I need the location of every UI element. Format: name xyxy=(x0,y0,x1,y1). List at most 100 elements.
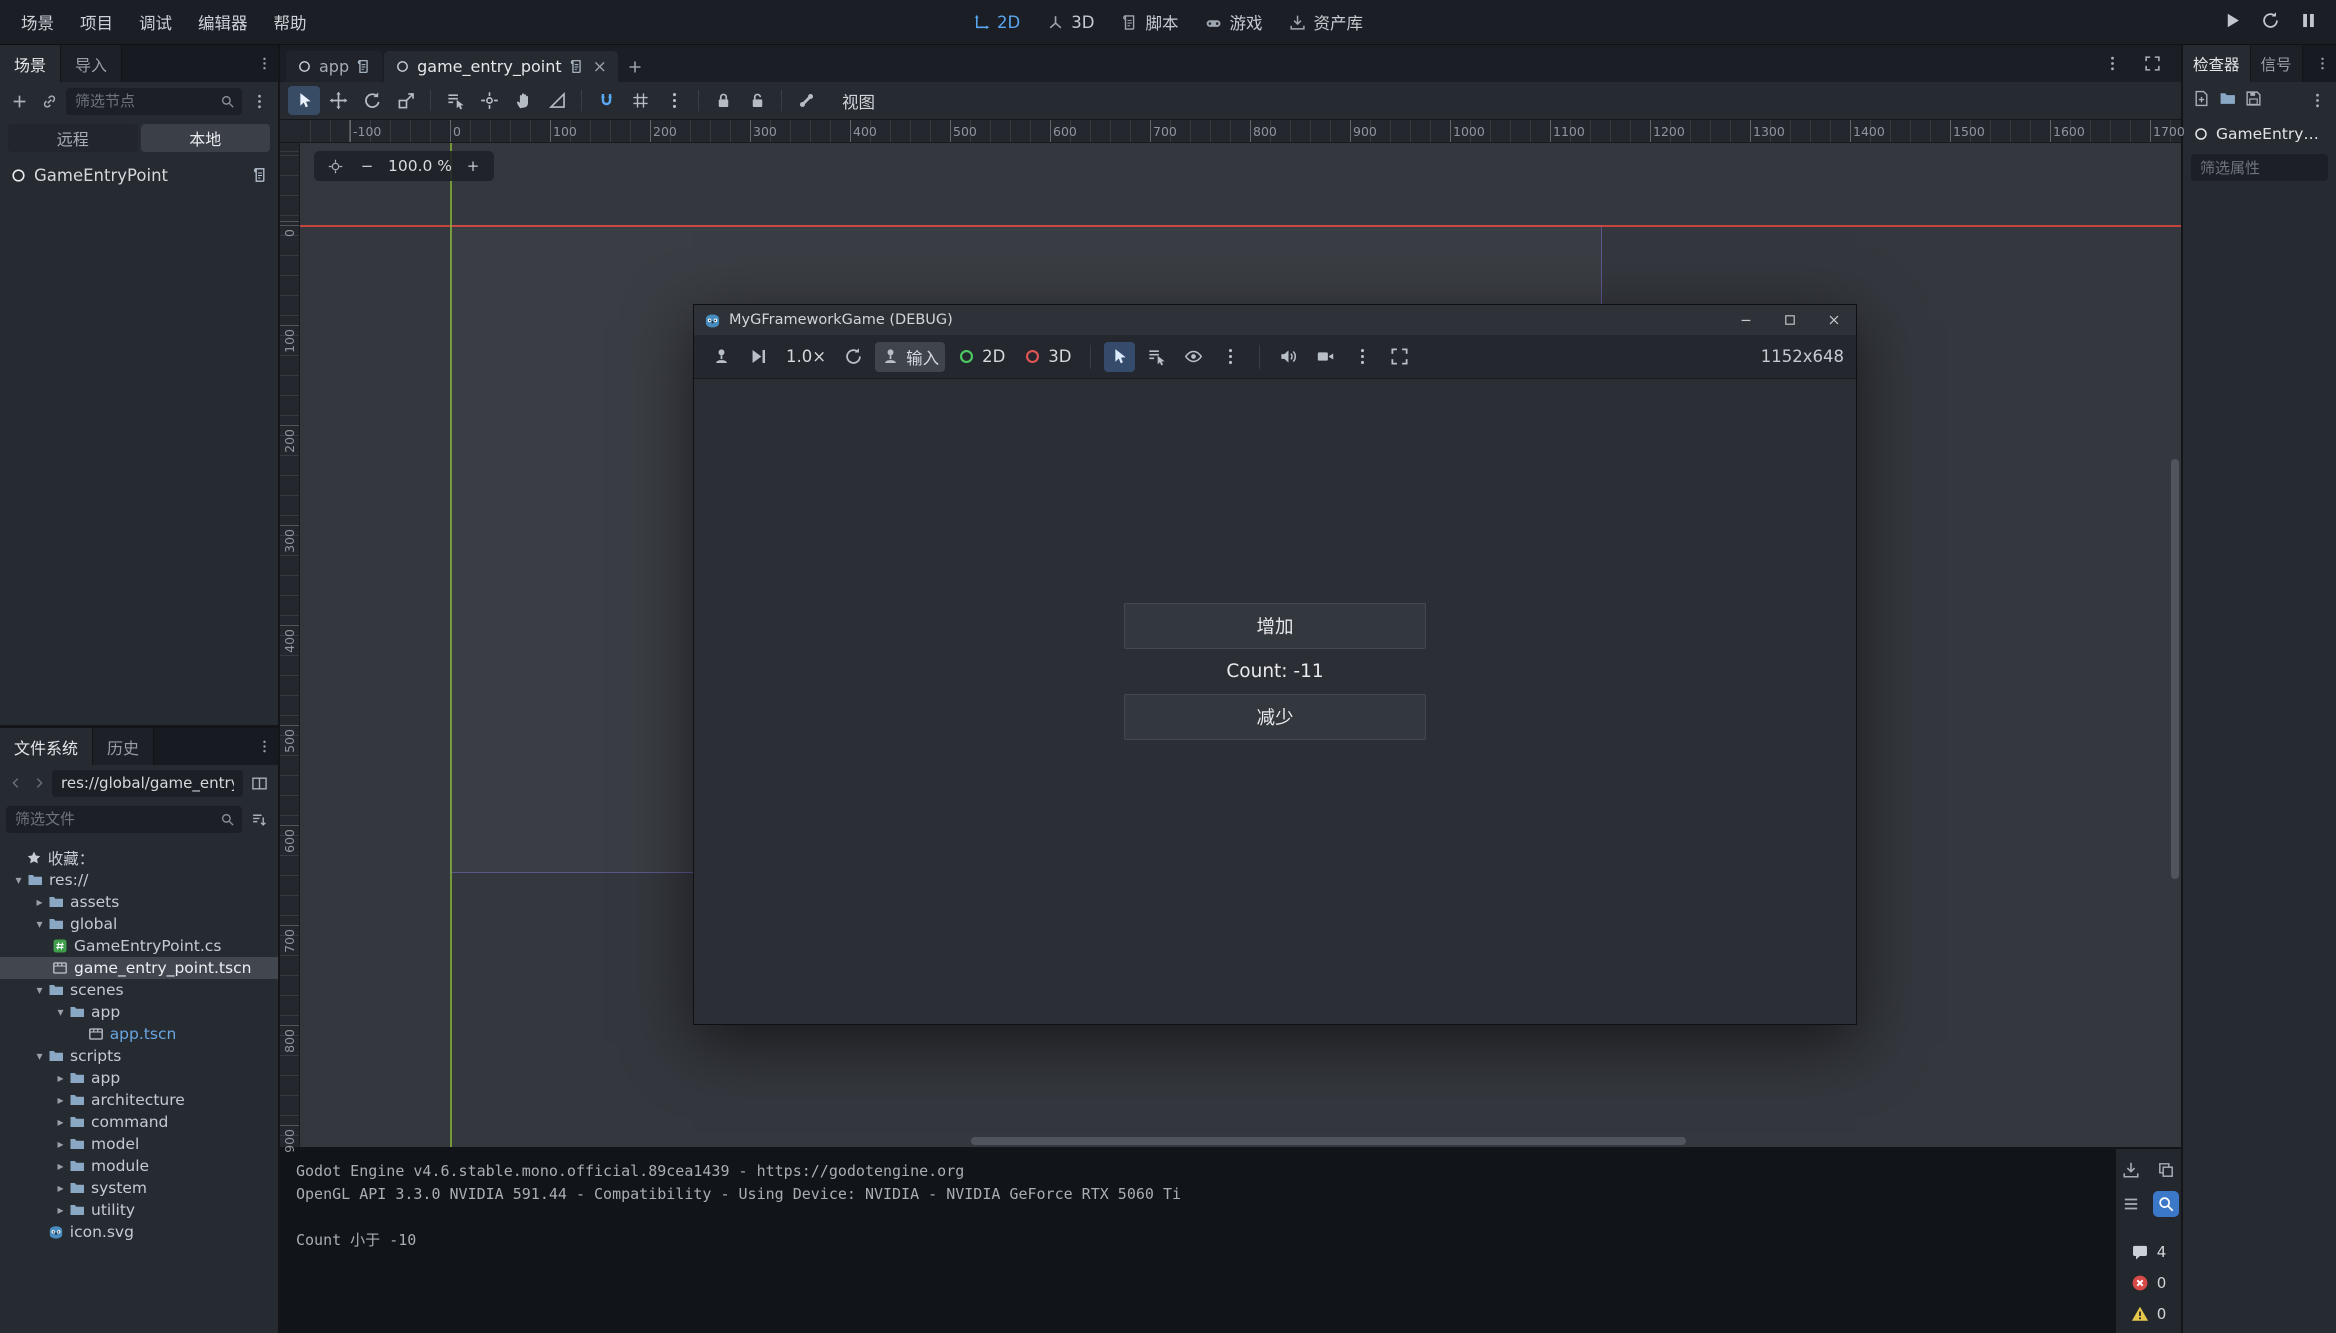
pan-tool-button[interactable] xyxy=(507,86,539,115)
context-3d-button[interactable]: 3D xyxy=(1047,13,1094,32)
context-assetlib-button[interactable]: 资产库 xyxy=(1289,10,1363,34)
local-tab-button[interactable]: 本地 xyxy=(141,124,271,152)
filter-files-field[interactable] xyxy=(6,806,242,833)
output-filter-button[interactable] xyxy=(2118,1191,2144,1217)
nav-back-button[interactable] xyxy=(6,770,26,796)
camera-override-button[interactable] xyxy=(1310,342,1341,372)
context-script-button[interactable]: 脚本 xyxy=(1121,10,1178,34)
fs-folder-assets[interactable]: assets xyxy=(0,891,278,913)
context-2d-button[interactable]: 2D xyxy=(973,13,1020,32)
viewport-horizontal-scrollbar[interactable] xyxy=(302,1137,2169,1145)
tab-history[interactable]: 历史 xyxy=(93,728,154,765)
messages-badge[interactable]: 4 xyxy=(2116,1239,2181,1265)
fs-folder-architecture[interactable]: architecture xyxy=(0,1089,278,1111)
horizontal-ruler[interactable]: -100010020030040050060070080090010001100… xyxy=(280,120,2181,143)
close-button[interactable] xyxy=(1812,305,1856,335)
visibility-button[interactable] xyxy=(1178,342,1209,372)
grid-snap-toggle[interactable] xyxy=(624,86,656,115)
inspector-menu-button[interactable] xyxy=(2308,45,2336,82)
center-view-button[interactable] xyxy=(324,155,346,177)
vertical-ruler[interactable]: 0100200300400500600700800900 xyxy=(280,143,300,1147)
sort-files-button[interactable] xyxy=(246,806,272,832)
copy-output-button[interactable] xyxy=(2153,1157,2179,1183)
fs-file-app-tscn[interactable]: app.tscn xyxy=(0,1023,278,1045)
menu-editor[interactable]: 编辑器 xyxy=(185,0,261,44)
expand-arrow-icon[interactable] xyxy=(31,917,48,931)
select-tool-button[interactable] xyxy=(288,86,320,115)
selection-options-button[interactable] xyxy=(1215,342,1246,372)
speed-menu-button[interactable]: 1.0× xyxy=(780,342,832,372)
expand-arrow-icon[interactable] xyxy=(52,1159,69,1173)
rotate-tool-button[interactable] xyxy=(356,86,388,115)
search-output-button[interactable] xyxy=(2153,1191,2179,1217)
restart-button[interactable] xyxy=(2261,11,2280,34)
fs-folder-scripts-app[interactable]: app xyxy=(0,1067,278,1089)
scene-dock-menu-button[interactable] xyxy=(250,45,278,82)
play-button[interactable] xyxy=(2223,11,2242,34)
fs-file-gameentrypoint-cs[interactable]: GameEntryPoint.cs xyxy=(0,935,278,957)
fs-folder-command[interactable]: command xyxy=(0,1111,278,1133)
audio-mute-button[interactable] xyxy=(1273,342,1304,372)
move-tool-button[interactable] xyxy=(322,86,354,115)
expand-arrow-icon[interactable] xyxy=(52,1093,69,1107)
lock-selection-button[interactable] xyxy=(707,86,739,115)
input-mode-button[interactable]: 输入 xyxy=(875,342,945,372)
scale-tool-button[interactable] xyxy=(390,86,422,115)
debug-button[interactable] xyxy=(706,342,737,372)
close-tab-icon[interactable]: × xyxy=(593,57,607,77)
expand-viewport-button[interactable] xyxy=(2139,51,2165,77)
scene-tab-app[interactable]: app × xyxy=(286,51,382,82)
remote-tab-button[interactable]: 远程 xyxy=(8,124,138,152)
instantiate-scene-button[interactable] xyxy=(36,88,62,114)
save-output-button[interactable] xyxy=(2118,1157,2144,1183)
tab-list-menu-button[interactable] xyxy=(2099,51,2125,77)
smart-snap-toggle[interactable] xyxy=(590,86,622,115)
new-resource-button[interactable] xyxy=(2193,90,2210,111)
menu-scene[interactable]: 场景 xyxy=(8,0,67,44)
add-scene-tab-button[interactable] xyxy=(620,51,650,82)
script-icon[interactable] xyxy=(252,167,268,183)
game-select-tool-button[interactable] xyxy=(1104,342,1135,372)
filter-nodes-input[interactable] xyxy=(73,91,214,111)
zoom-out-button[interactable]: − xyxy=(356,157,378,175)
scrollbar-thumb[interactable] xyxy=(971,1137,1686,1145)
inspected-node-row[interactable]: GameEntryPoint xyxy=(2183,118,2336,150)
fs-folder-module[interactable]: module xyxy=(0,1155,278,1177)
warnings-badge[interactable]: 0 xyxy=(2116,1301,2181,1327)
menu-project[interactable]: 项目 xyxy=(67,0,126,44)
output-log[interactable]: Godot Engine v4.6.stable.mono.official.8… xyxy=(280,1149,2116,1333)
fs-folder-scenes[interactable]: scenes xyxy=(0,979,278,1001)
view-menu-button[interactable]: 视图 xyxy=(834,89,883,113)
fs-folder-scripts[interactable]: scripts xyxy=(0,1045,278,1067)
add-node-button[interactable] xyxy=(6,88,32,114)
fs-folder-app[interactable]: app xyxy=(0,1001,278,1023)
inspector-options-button[interactable] xyxy=(2309,92,2326,109)
scene-tab-game-entry-point[interactable]: game_entry_point × xyxy=(384,51,618,82)
minimize-button[interactable] xyxy=(1724,305,1768,335)
path-field[interactable] xyxy=(52,770,243,797)
filter-files-input[interactable] xyxy=(13,809,214,829)
game-window-titlebar[interactable]: MyGFrameworkGame (DEBUG) xyxy=(694,305,1856,335)
2d-viewport-canvas[interactable]: − 100.0 % + MyGFrameworkGame (DEBUG) xyxy=(300,143,2181,1147)
ruler-tool-button[interactable] xyxy=(541,86,573,115)
fs-folder-utility[interactable]: utility xyxy=(0,1199,278,1221)
expand-arrow-icon[interactable] xyxy=(52,1137,69,1151)
tab-filesystem[interactable]: 文件系统 xyxy=(0,728,93,765)
filesystem-dock-menu-button[interactable] xyxy=(250,728,278,765)
mode-3d-button[interactable]: 3D xyxy=(1017,342,1077,372)
fs-file-game-entry-point-tscn[interactable]: game_entry_point.tscn xyxy=(0,957,278,979)
expand-arrow-icon[interactable] xyxy=(31,895,48,909)
filter-properties-input[interactable] xyxy=(2198,158,2321,178)
filter-nodes-field[interactable] xyxy=(66,88,242,115)
tab-inspector[interactable]: 检查器 xyxy=(2183,45,2251,82)
unlock-selection-button[interactable] xyxy=(741,86,773,115)
increase-button[interactable]: 增加 xyxy=(1124,603,1426,649)
path-input[interactable] xyxy=(59,773,236,793)
reset-speed-button[interactable] xyxy=(838,342,869,372)
expand-arrow-icon[interactable] xyxy=(52,1115,69,1129)
fs-folder-global[interactable]: global xyxy=(0,913,278,935)
save-resource-button[interactable] xyxy=(2245,90,2262,111)
context-game-button[interactable]: 游戏 xyxy=(1205,10,1262,34)
pivot-tool-button[interactable] xyxy=(473,86,505,115)
scene-tree-options-button[interactable] xyxy=(246,88,272,114)
